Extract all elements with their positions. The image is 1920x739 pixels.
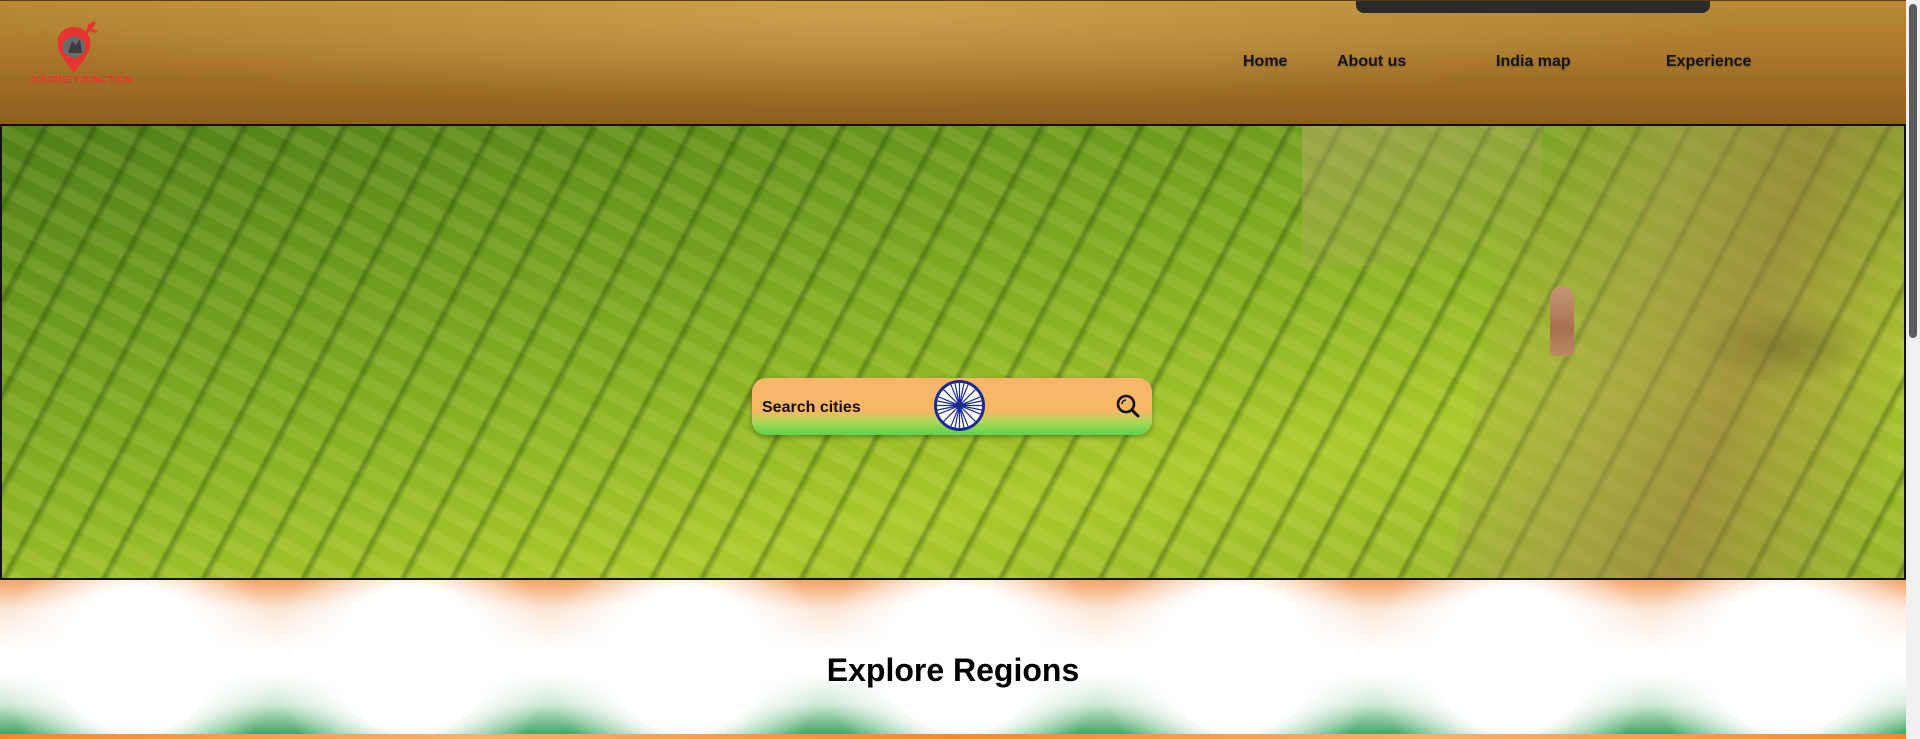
nav-home[interactable]: Home (1243, 53, 1287, 71)
nav-india-map[interactable]: India map (1496, 53, 1571, 71)
brand-tagline: · · · · · · · · (64, 87, 98, 92)
browser-overlay-tab (1356, 1, 1710, 13)
section-divider-strip (0, 734, 1906, 739)
hero-banner (0, 124, 1906, 580)
page-scrollbar[interactable] (1906, 0, 1920, 739)
site-header: JOURNEYJUNCTION · · · · · · · · Home Abo… (0, 0, 1906, 124)
brand-name: JOURNEYJUNCTION (29, 75, 133, 86)
hero-person-figure (1550, 286, 1574, 356)
search-icon[interactable] (1114, 392, 1142, 420)
header-glow (0, 1, 1906, 124)
brand-logo[interactable]: JOURNEYJUNCTION · · · · · · · · (28, 19, 134, 93)
search-input[interactable] (760, 392, 1064, 424)
ashoka-chakra-icon (934, 380, 985, 431)
scrollbar-thumb[interactable] (1909, 4, 1917, 338)
map-pin-plane-icon (57, 21, 98, 73)
city-search-bar (752, 378, 1152, 435)
section-title: Explore Regions (826, 652, 1080, 688)
explore-regions-section: Explore Regions (0, 580, 1906, 739)
hero-trail (1449, 126, 1904, 578)
nav-about-us[interactable]: About us (1337, 53, 1406, 71)
nav-experience[interactable]: Experience (1666, 53, 1751, 71)
